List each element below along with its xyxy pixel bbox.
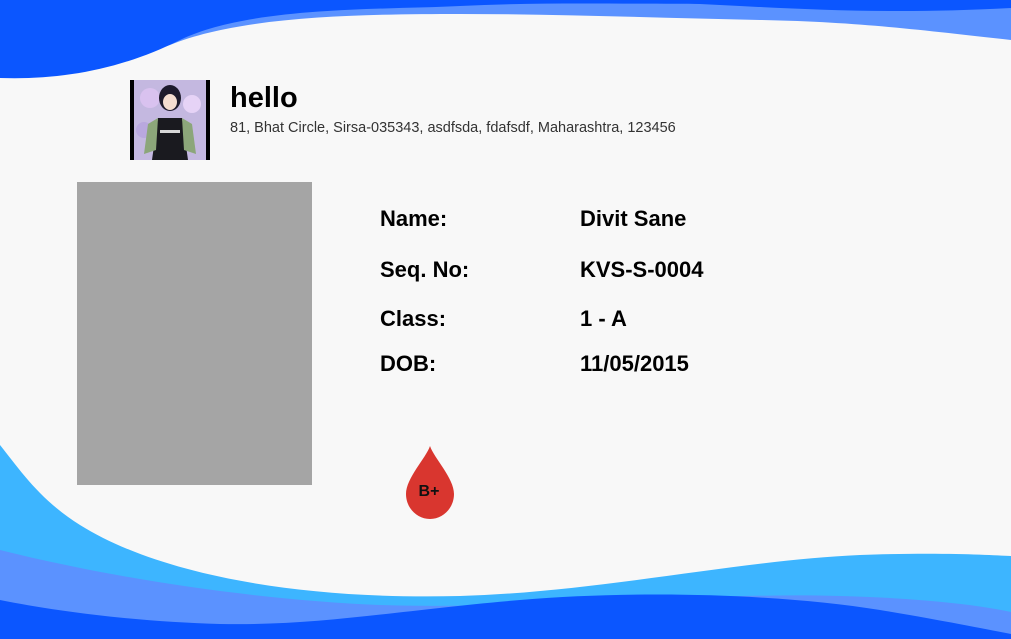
school-logo <box>130 80 210 160</box>
dob-label: DOB: <box>380 351 437 376</box>
blood-group-text: B+ <box>418 483 440 500</box>
name-label: Name: <box>380 206 448 231</box>
id-card: hello 81, Bhat Circle, Sirsa-035343, asd… <box>0 0 1011 639</box>
school-name: hello <box>230 82 298 114</box>
student-photo-placeholder <box>77 182 312 485</box>
name-value: Divit Sane <box>580 206 687 231</box>
seq-no-label: Seq. No: <box>380 257 470 282</box>
dob-value: 11/05/2015 <box>580 351 689 376</box>
anime-character-logo <box>130 80 210 160</box>
seq-no-value: KVS-S-0004 <box>580 257 704 282</box>
school-address: 81, Bhat Circle, Sirsa-035343, asdfsda, … <box>230 120 676 136</box>
blood-drop-icon <box>406 446 454 519</box>
class-label: Class: <box>380 306 447 331</box>
class-value: 1 - A <box>580 306 627 331</box>
